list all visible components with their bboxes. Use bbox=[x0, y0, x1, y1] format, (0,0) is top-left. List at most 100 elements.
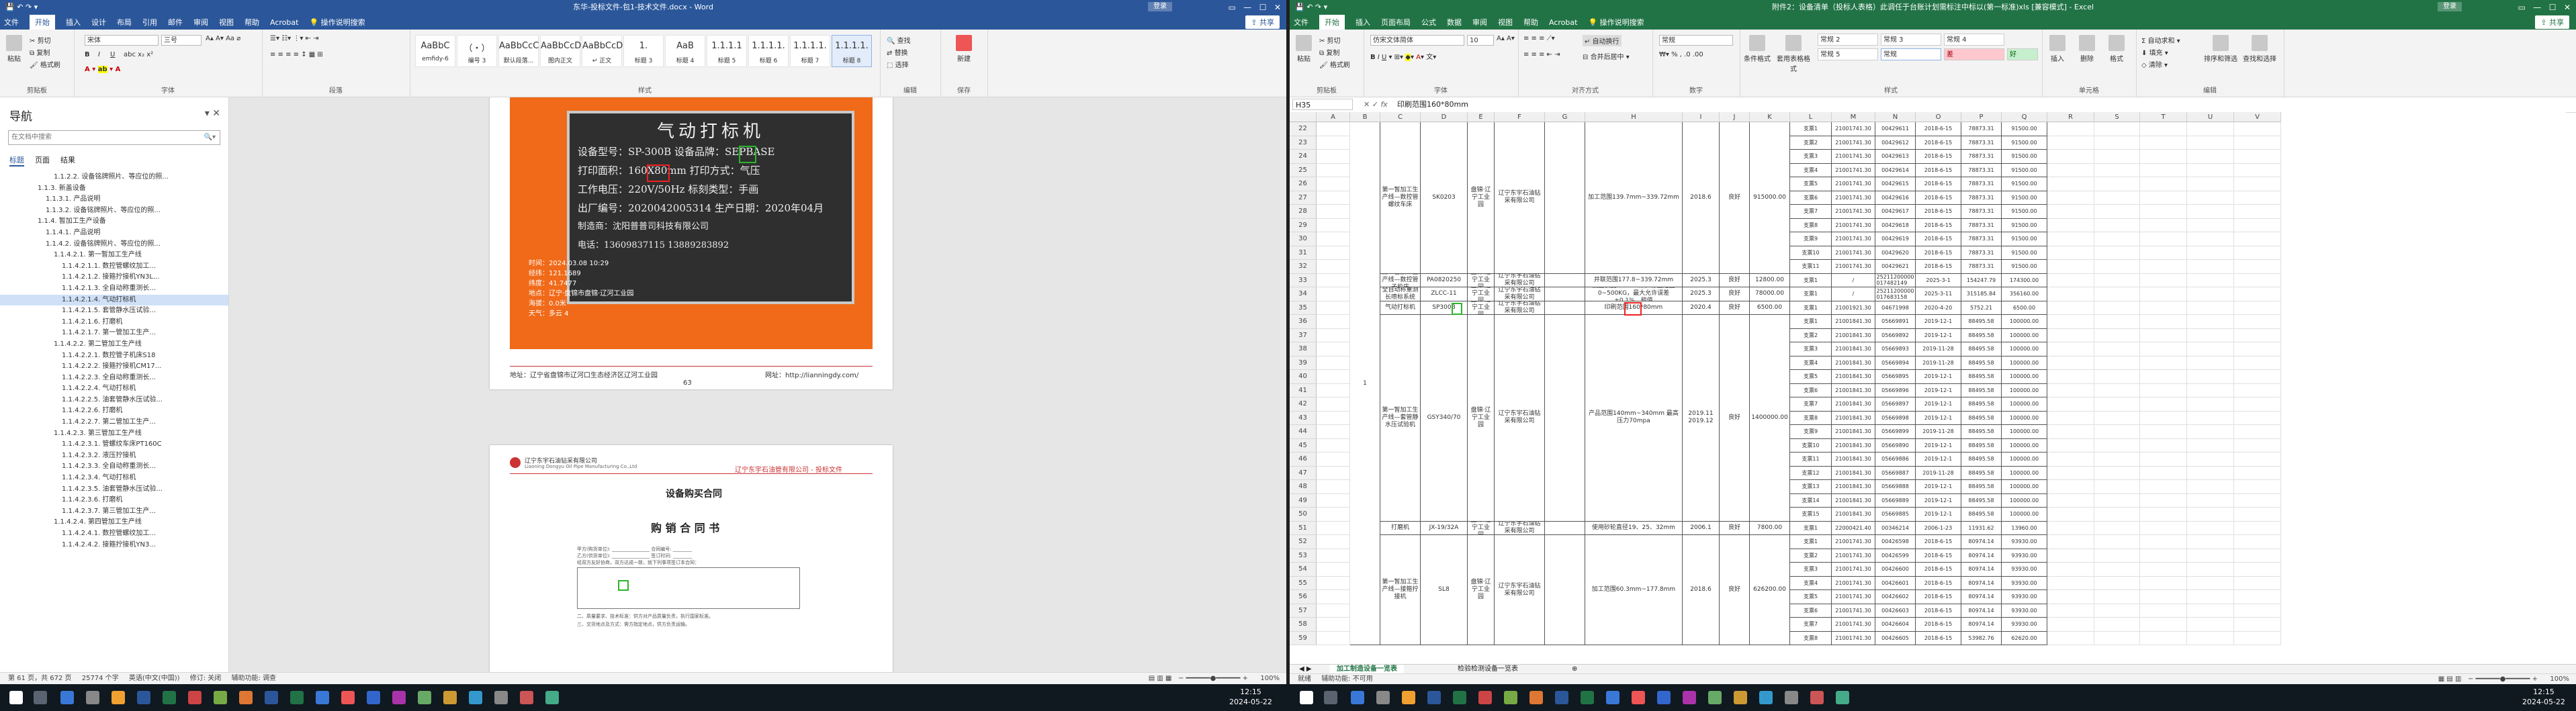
table-cell[interactable] bbox=[2234, 218, 2281, 232]
table-cell[interactable]: 91500.00 bbox=[2002, 136, 2047, 150]
excel-quick-access[interactable]: 💾 ↶ ↷ ▾ bbox=[1295, 0, 1327, 15]
table-cell[interactable]: 支票10 bbox=[1790, 438, 1832, 453]
table-cell[interactable] bbox=[2140, 383, 2187, 397]
excel-fill-button[interactable]: ⬇ 填充 ▾ bbox=[2141, 47, 2168, 57]
table-cell[interactable]: 91500.00 bbox=[2002, 205, 2047, 219]
merged-cell[interactable] bbox=[1545, 301, 1585, 315]
table-cell[interactable]: 21001741.30 bbox=[1832, 122, 1875, 136]
table-cell[interactable]: 93930.00 bbox=[2002, 535, 2047, 549]
column-header[interactable]: A bbox=[1317, 112, 1350, 122]
table-cell[interactable] bbox=[1317, 508, 1350, 522]
row-header[interactable]: 37 bbox=[1290, 328, 1317, 342]
nav-heading-item[interactable]: 1.1.3.2. 设备铭牌照片、等应位的照... bbox=[0, 205, 228, 217]
table-cell[interactable] bbox=[2047, 273, 2094, 287]
table-cell[interactable]: 78873.31 bbox=[1961, 122, 2002, 136]
merged-cell[interactable]: 1 bbox=[1350, 122, 1380, 645]
table-cell[interactable] bbox=[2140, 590, 2187, 604]
table-cell[interactable] bbox=[1317, 370, 1350, 384]
table-cell[interactable]: 00426601 bbox=[1875, 576, 1916, 590]
table-cell[interactable] bbox=[2047, 136, 2094, 150]
table-cell[interactable]: 21001741.30 bbox=[1832, 177, 1875, 191]
merged-cell[interactable]: 第一暂加工生产线—套管静水压试验机 bbox=[1380, 315, 1421, 522]
nav-heading-item[interactable]: 1.1.4.2.1.2. 接箍拧接机YN3L... bbox=[0, 272, 228, 283]
table-cell[interactable] bbox=[2140, 287, 2187, 301]
table-cell[interactable]: 80974.14 bbox=[1961, 604, 2002, 618]
table-cell[interactable]: 2018-6-15 bbox=[1916, 163, 1961, 177]
table-cell[interactable] bbox=[2047, 549, 2094, 563]
table-cell[interactable]: 80974.14 bbox=[1961, 576, 2002, 590]
table-cell[interactable]: 88495.58 bbox=[1961, 466, 2002, 480]
table-cell[interactable] bbox=[2094, 342, 2140, 357]
row-header[interactable]: 57 bbox=[1290, 604, 1317, 618]
table-cell[interactable] bbox=[2187, 521, 2234, 535]
nav-heading-item[interactable]: 1.1.4. 暂加工生产设备 bbox=[0, 216, 228, 228]
table-cell[interactable] bbox=[2140, 508, 2187, 522]
excel-tab-formulas[interactable]: 公式 bbox=[1421, 17, 1436, 28]
merged-cell[interactable]: 2020.4 bbox=[1683, 301, 1720, 315]
formula-buttons[interactable]: ✕ ✓ fx bbox=[1364, 97, 1388, 112]
start-menu-icon[interactable] bbox=[9, 691, 23, 704]
table-cell[interactable]: 5752.21 bbox=[1961, 301, 2002, 315]
merged-cell[interactable]: 7800.00 bbox=[1750, 521, 1790, 535]
column-header[interactable]: G bbox=[1545, 112, 1585, 122]
excel-wrap-text-button[interactable]: ↵ 自动换行 bbox=[1583, 35, 1622, 46]
row-header[interactable]: 42 bbox=[1290, 397, 1317, 412]
table-cell[interactable] bbox=[1317, 549, 1350, 563]
table-cell[interactable]: 2019-11-28 bbox=[1916, 342, 1961, 357]
nav-tab-headings[interactable]: 标题 bbox=[9, 154, 24, 167]
table-cell[interactable]: 88495.58 bbox=[1961, 480, 2002, 494]
table-cell[interactable]: 21001741.30 bbox=[1832, 150, 1875, 164]
status-track-changes[interactable]: 修订: 关闭 bbox=[190, 675, 222, 682]
row-header[interactable]: 34 bbox=[1290, 287, 1317, 301]
taskbar-app-icon[interactable] bbox=[1555, 691, 1568, 704]
excel-sort-filter-button[interactable]: 排序和筛选 bbox=[2203, 35, 2238, 63]
taskbar-app-icon[interactable] bbox=[1351, 691, 1364, 704]
table-cell[interactable]: 05669897 bbox=[1875, 397, 1916, 412]
style-figure-body[interactable]: AaBbCcD 图内正文 bbox=[540, 35, 581, 67]
table-cell[interactable]: 00429614 bbox=[1875, 163, 1916, 177]
table-cell[interactable] bbox=[2094, 425, 2140, 439]
table-cell[interactable]: 支票14 bbox=[1790, 493, 1832, 508]
table-cell[interactable] bbox=[1317, 191, 1350, 205]
table-cell[interactable]: 88495.58 bbox=[1961, 397, 2002, 412]
table-cell[interactable]: 00429613 bbox=[1875, 150, 1916, 164]
table-cell[interactable]: 支票1 bbox=[1790, 315, 1832, 329]
table-cell[interactable]: 支票4 bbox=[1790, 163, 1832, 177]
taskbar-app-icon[interactable] bbox=[1478, 691, 1492, 704]
table-cell[interactable]: 2018-6-15 bbox=[1916, 150, 1961, 164]
table-cell[interactable] bbox=[1317, 563, 1350, 577]
table-cell[interactable]: 05669892 bbox=[1875, 328, 1916, 342]
table-cell[interactable] bbox=[2140, 246, 2187, 260]
table-cell[interactable] bbox=[2094, 466, 2140, 480]
word-format-painter-button[interactable]: 🖌 格式刷 bbox=[30, 59, 60, 69]
table-cell[interactable] bbox=[2187, 191, 2234, 205]
table-cell[interactable] bbox=[2047, 287, 2094, 301]
table-cell[interactable]: 78873.31 bbox=[1961, 246, 2002, 260]
excel-conditional-format-button[interactable]: 条件格式 bbox=[1742, 35, 1772, 63]
merged-cell[interactable]: ZLCC-11 bbox=[1421, 287, 1468, 301]
row-header[interactable]: 29 bbox=[1290, 218, 1317, 232]
table-cell[interactable] bbox=[2187, 604, 2234, 618]
table-cell[interactable] bbox=[2047, 535, 2094, 549]
word-align-buttons[interactable]: ≡ ≡ ≡ ≡ ↕ ▦ ⊞ bbox=[270, 51, 323, 58]
style-heading-8[interactable]: 1.1.1.1. 标题 8 bbox=[832, 35, 872, 67]
table-cell[interactable]: 00429616 bbox=[1875, 191, 1916, 205]
table-cell[interactable] bbox=[2094, 453, 2140, 467]
row-header[interactable]: 35 bbox=[1290, 301, 1317, 315]
table-cell[interactable]: 支票12 bbox=[1790, 466, 1832, 480]
table-cell[interactable] bbox=[2140, 521, 2187, 535]
nav-heading-item[interactable]: 1.1.3.1. 产品说明 bbox=[0, 194, 228, 205]
row-header[interactable]: 52 bbox=[1290, 535, 1317, 549]
table-cell[interactable]: 2019-12-1 bbox=[1916, 383, 1961, 397]
table-cell[interactable]: 00429615 bbox=[1875, 177, 1916, 191]
sheet-tab-inspection[interactable]: 检验检测设备一览表 bbox=[1451, 665, 1525, 674]
nav-tab-pages[interactable]: 页面 bbox=[35, 154, 50, 167]
table-cell[interactable] bbox=[2187, 342, 2234, 357]
merged-cell[interactable]: 盘锦·辽宁工业园 bbox=[1468, 301, 1495, 315]
word-select-button[interactable]: ⬚ 选择 bbox=[887, 59, 909, 69]
table-cell[interactable] bbox=[2187, 631, 2234, 645]
word-font-name-select[interactable]: 宋体 bbox=[85, 35, 159, 46]
table-cell[interactable] bbox=[2187, 576, 2234, 590]
merged-cell[interactable]: 加工范围139.7mm~339.72mm bbox=[1585, 122, 1683, 274]
table-cell[interactable]: 支票11 bbox=[1790, 453, 1832, 467]
